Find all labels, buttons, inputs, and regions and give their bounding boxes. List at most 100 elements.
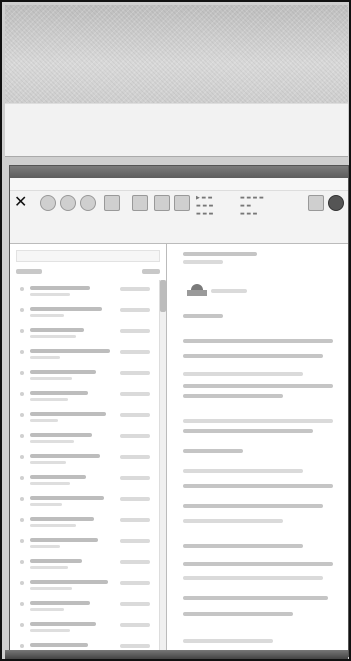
list-item-preview bbox=[30, 566, 68, 569]
list-item-date bbox=[120, 350, 150, 354]
list-item-subject bbox=[30, 538, 98, 542]
list-item[interactable] bbox=[18, 303, 158, 324]
flag-option[interactable]: ▶ ▬ ▬ bbox=[196, 195, 212, 202]
mail-app-window: ✕ ▶ ▬ ▬ ▬ ▬ ▬ ▬ ▬ ▬ ▬ ▬ ▬ ▬ ▬ ▬ ▬ ▬ ▬ bbox=[9, 165, 349, 657]
list-item-preview bbox=[30, 482, 70, 485]
categorize-button[interactable] bbox=[172, 195, 192, 229]
scrollbar-thumb[interactable] bbox=[160, 280, 166, 312]
close-icon: ✕ bbox=[14, 192, 28, 211]
reply-button[interactable] bbox=[38, 195, 58, 229]
search-input[interactable] bbox=[16, 250, 160, 262]
list-item[interactable] bbox=[18, 492, 158, 513]
list-item[interactable] bbox=[18, 282, 158, 303]
rules-option[interactable]: ▬ ▬ ▬ ▬ bbox=[240, 195, 264, 202]
list-item[interactable] bbox=[18, 471, 158, 492]
bottom-frame-bar bbox=[5, 650, 348, 659]
blurred-whitespace bbox=[5, 103, 348, 157]
unread-dot-icon bbox=[20, 413, 24, 417]
window-titlebar bbox=[10, 166, 348, 178]
unread-dot-icon bbox=[20, 581, 24, 585]
sender-avatar bbox=[187, 284, 207, 296]
unread-dot-icon bbox=[20, 476, 24, 480]
unread-dot-icon bbox=[20, 308, 24, 312]
list-item-date bbox=[120, 644, 150, 648]
list-item-preview bbox=[30, 356, 60, 359]
list-item-subject bbox=[30, 475, 86, 479]
delete-button[interactable]: ✕ bbox=[14, 194, 30, 210]
list-item[interactable] bbox=[18, 345, 158, 366]
list-item[interactable] bbox=[18, 597, 158, 618]
list-item-subject bbox=[30, 559, 82, 563]
list-item[interactable] bbox=[18, 576, 158, 597]
list-item-subject bbox=[30, 286, 90, 290]
unread-dot-icon bbox=[20, 602, 24, 606]
reading-body-line bbox=[183, 544, 303, 548]
calendar-button[interactable] bbox=[130, 195, 150, 229]
list-item-subject bbox=[30, 370, 96, 374]
menu-bar bbox=[10, 178, 348, 191]
sort-order-label bbox=[142, 268, 160, 274]
sort-bar[interactable] bbox=[16, 265, 160, 277]
list-item[interactable] bbox=[18, 429, 158, 450]
list-item-subject bbox=[30, 517, 94, 521]
list-item-subject bbox=[30, 328, 84, 332]
onenote-option[interactable]: ▬ ▬ bbox=[240, 203, 251, 210]
list-item-subject bbox=[30, 307, 102, 311]
unread-dot-icon bbox=[20, 329, 24, 333]
forward-icon bbox=[80, 195, 96, 211]
reading-body-line bbox=[183, 419, 333, 423]
list-item[interactable] bbox=[18, 555, 158, 576]
list-item[interactable] bbox=[18, 366, 158, 387]
list-item[interactable] bbox=[18, 408, 158, 429]
list-item-preview bbox=[30, 440, 74, 443]
list-item-date bbox=[120, 602, 150, 606]
list-item-subject bbox=[30, 391, 88, 395]
list-item[interactable] bbox=[18, 450, 158, 471]
reading-body-line bbox=[183, 429, 313, 433]
list-item-preview bbox=[30, 398, 68, 401]
address-book-button[interactable] bbox=[306, 195, 326, 229]
message-list-scrollbar[interactable] bbox=[159, 280, 166, 650]
list-item-preview bbox=[30, 503, 62, 506]
list-item-preview bbox=[30, 314, 64, 317]
reading-body-line bbox=[183, 562, 333, 566]
list-item[interactable] bbox=[18, 387, 158, 408]
list-item-date bbox=[120, 623, 150, 627]
list-item-date bbox=[120, 371, 150, 375]
list-item-preview bbox=[30, 293, 70, 296]
list-item[interactable] bbox=[18, 324, 158, 345]
unread-dot-icon bbox=[20, 455, 24, 459]
mark-option[interactable]: ▬ ▬ ▬ bbox=[196, 203, 213, 210]
list-item-subject bbox=[30, 496, 104, 500]
move-button[interactable] bbox=[152, 195, 172, 229]
list-item-date bbox=[120, 455, 150, 459]
help-icon bbox=[328, 195, 344, 211]
list-item-date bbox=[120, 518, 150, 522]
list-item-preview bbox=[30, 545, 60, 548]
unread-dot-icon bbox=[20, 644, 24, 648]
reading-body-line bbox=[183, 519, 283, 523]
forward-button[interactable] bbox=[78, 195, 98, 229]
list-item[interactable] bbox=[18, 618, 158, 639]
list-item-date bbox=[120, 539, 150, 543]
unread-dot-icon bbox=[20, 497, 24, 501]
list-item[interactable] bbox=[18, 513, 158, 534]
actions-option[interactable]: ▬ ▬ ▬ bbox=[240, 211, 257, 218]
list-item-date bbox=[120, 287, 150, 291]
attach-button[interactable] bbox=[102, 195, 122, 229]
reading-body-line bbox=[183, 384, 333, 388]
list-item-date bbox=[120, 581, 150, 585]
message-list bbox=[10, 282, 166, 656]
list-item[interactable] bbox=[18, 534, 158, 555]
help-button[interactable] bbox=[326, 195, 346, 229]
list-item-preview bbox=[30, 419, 58, 422]
delete-option[interactable]: ▬ ▬ ▬ bbox=[196, 211, 213, 218]
list-item-date bbox=[120, 392, 150, 396]
list-item-date bbox=[120, 476, 150, 480]
list-item-date bbox=[120, 308, 150, 312]
reading-body-line bbox=[183, 394, 283, 398]
paperclip-icon bbox=[104, 195, 120, 211]
reply-all-button[interactable] bbox=[58, 195, 78, 229]
reading-body-line bbox=[183, 354, 323, 358]
unread-dot-icon bbox=[20, 434, 24, 438]
